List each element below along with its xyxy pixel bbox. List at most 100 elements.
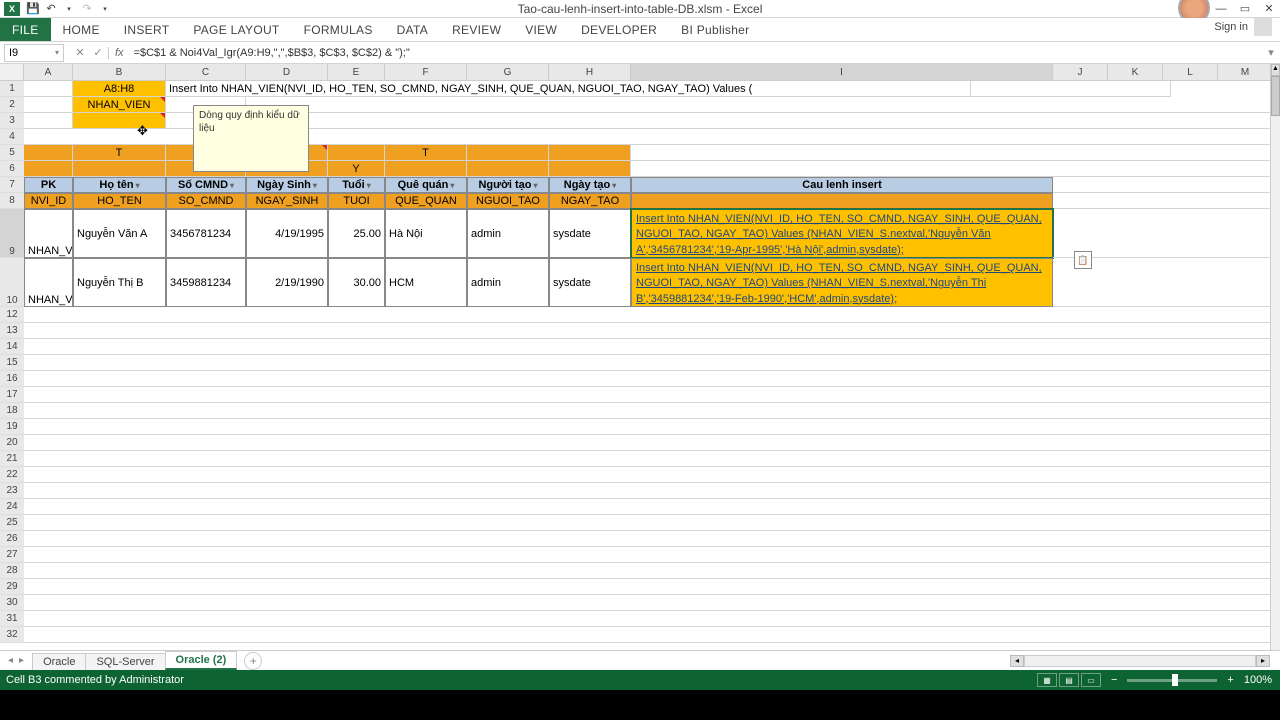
row-header[interactable]: 8	[0, 193, 24, 209]
cell[interactable]	[246, 113, 1280, 129]
cell[interactable]	[1053, 193, 1280, 209]
tab-home[interactable]: HOME	[51, 18, 112, 41]
cell[interactable]	[549, 161, 631, 177]
col-header[interactable]: E	[328, 64, 385, 80]
cell[interactable]: 30.00	[328, 258, 385, 307]
zoom-in-button[interactable]: +	[1227, 674, 1233, 686]
sheet-nav-last-icon[interactable]: ▸	[19, 655, 24, 666]
tab-page-layout[interactable]: PAGE LAYOUT	[181, 18, 291, 41]
cell-b5[interactable]: T	[73, 145, 166, 161]
cell[interactable]: admin	[467, 209, 549, 258]
cell[interactable]: TUOI	[328, 193, 385, 209]
cell-b1[interactable]: A8:H8	[73, 81, 166, 97]
cell[interactable]	[24, 531, 1280, 547]
row-header[interactable]: 13	[0, 323, 24, 339]
vertical-scrollbar[interactable]: ▲	[1270, 64, 1280, 650]
cell-e6[interactable]: Y	[328, 161, 385, 177]
cell[interactable]	[24, 355, 1280, 371]
row-header[interactable]: 15	[0, 355, 24, 371]
cell-i10[interactable]: Insert Into NHAN_VIEN(NVI_ID, HO_TEN, SO…	[631, 258, 1053, 307]
row-header[interactable]: 12	[0, 307, 24, 323]
row-header[interactable]: 9	[0, 209, 24, 258]
cell[interactable]	[1053, 177, 1280, 193]
cell[interactable]: 3456781234	[166, 209, 246, 258]
cell[interactable]: admin	[467, 258, 549, 307]
row-header[interactable]: 30	[0, 595, 24, 611]
cell[interactable]: QUE_QUAN	[385, 193, 467, 209]
cell[interactable]: sysdate	[549, 258, 631, 307]
row-header[interactable]: 6	[0, 161, 24, 177]
cell[interactable]	[24, 451, 1280, 467]
scroll-right-icon[interactable]: ▸	[1256, 655, 1270, 667]
tab-review[interactable]: REVIEW	[440, 18, 513, 41]
view-normal-icon[interactable]: ▦	[1037, 673, 1057, 687]
cell[interactable]: HCM	[385, 258, 467, 307]
col-header[interactable]: H	[549, 64, 631, 80]
col-header[interactable]: A	[24, 64, 73, 80]
cell[interactable]	[24, 627, 1280, 643]
row-header[interactable]: 14	[0, 339, 24, 355]
cell[interactable]	[24, 323, 1280, 339]
sheet-tab-oracle[interactable]: Oracle	[32, 653, 86, 670]
cell[interactable]	[24, 97, 73, 113]
col-header[interactable]: G	[467, 64, 549, 80]
cell[interactable]	[385, 161, 467, 177]
cell[interactable]	[24, 579, 1280, 595]
row-header[interactable]: 7	[0, 177, 24, 193]
cell[interactable]	[24, 467, 1280, 483]
th-ngaysinh[interactable]: Ngày Sinh▾	[246, 177, 328, 193]
cell[interactable]	[24, 307, 1280, 323]
row-header[interactable]: 21	[0, 451, 24, 467]
cell[interactable]	[24, 547, 1280, 563]
row-header[interactable]: 4	[0, 129, 24, 145]
row-header[interactable]: 18	[0, 403, 24, 419]
col-header[interactable]: B	[73, 64, 166, 80]
row-header[interactable]: 22	[0, 467, 24, 483]
scroll-up-icon[interactable]: ▲	[1271, 64, 1280, 76]
col-header[interactable]: L	[1163, 64, 1218, 80]
cell[interactable]: HO_TEN	[73, 193, 166, 209]
cell[interactable]: NHAN_VI	[24, 258, 73, 307]
tab-developer[interactable]: DEVELOPER	[569, 18, 669, 41]
cell[interactable]	[549, 145, 631, 161]
row-header[interactable]: 2	[0, 97, 24, 113]
cell[interactable]: Nguyễn Văn A	[73, 209, 166, 258]
row-header[interactable]: 25	[0, 515, 24, 531]
restore-button[interactable]: ▭	[1234, 1, 1256, 17]
save-icon[interactable]: 💾	[24, 1, 42, 17]
row-header[interactable]: 28	[0, 563, 24, 579]
cell[interactable]	[73, 161, 166, 177]
cell[interactable]: 2/19/1990	[246, 258, 328, 307]
cell[interactable]: sysdate	[549, 209, 631, 258]
row-header[interactable]: 24	[0, 499, 24, 515]
row-header[interactable]: 26	[0, 531, 24, 547]
cell[interactable]	[24, 371, 1280, 387]
filter-icon[interactable]: ▾	[612, 181, 616, 190]
zoom-out-button[interactable]: −	[1111, 674, 1117, 686]
cell[interactable]	[246, 97, 1280, 113]
col-header[interactable]: F	[385, 64, 467, 80]
filter-icon[interactable]: ▾	[534, 181, 538, 190]
undo-dd-icon[interactable]: ▾	[60, 1, 78, 17]
cell[interactable]	[631, 145, 1280, 161]
enter-formula-icon[interactable]: ✓	[90, 46, 106, 59]
cell[interactable]	[971, 81, 1171, 97]
spreadsheet-grid[interactable]: 1 2 3 4 5 6 7 8 9 10 12 13 14 15 16 17 1…	[0, 64, 1280, 650]
minimize-button[interactable]: —	[1210, 1, 1232, 17]
row-header[interactable]: 1	[0, 81, 24, 97]
cell[interactable]	[328, 145, 385, 161]
col-header[interactable]: K	[1108, 64, 1163, 80]
formula-expand-icon[interactable]: ▾	[1262, 46, 1280, 59]
th-caulenh[interactable]: Cau lenh insert▾	[631, 177, 1053, 193]
row-header[interactable]: 20	[0, 435, 24, 451]
cell[interactable]	[24, 419, 1280, 435]
cell-b2[interactable]: NHAN_VIEN	[73, 97, 166, 113]
cell[interactable]: NVI_ID	[24, 193, 73, 209]
cell[interactable]	[24, 145, 73, 161]
cell[interactable]	[24, 403, 1280, 419]
formula-input[interactable]: =$C$1 & Noi4Val_Igr(A9:H9,",",$B$3, $C$3…	[128, 47, 1262, 59]
cell[interactable]: NGUOI_TAO	[467, 193, 549, 209]
cell[interactable]	[631, 161, 1280, 177]
th-cmnd[interactable]: Số CMND▾	[166, 177, 246, 193]
col-header[interactable]: I	[631, 64, 1053, 80]
